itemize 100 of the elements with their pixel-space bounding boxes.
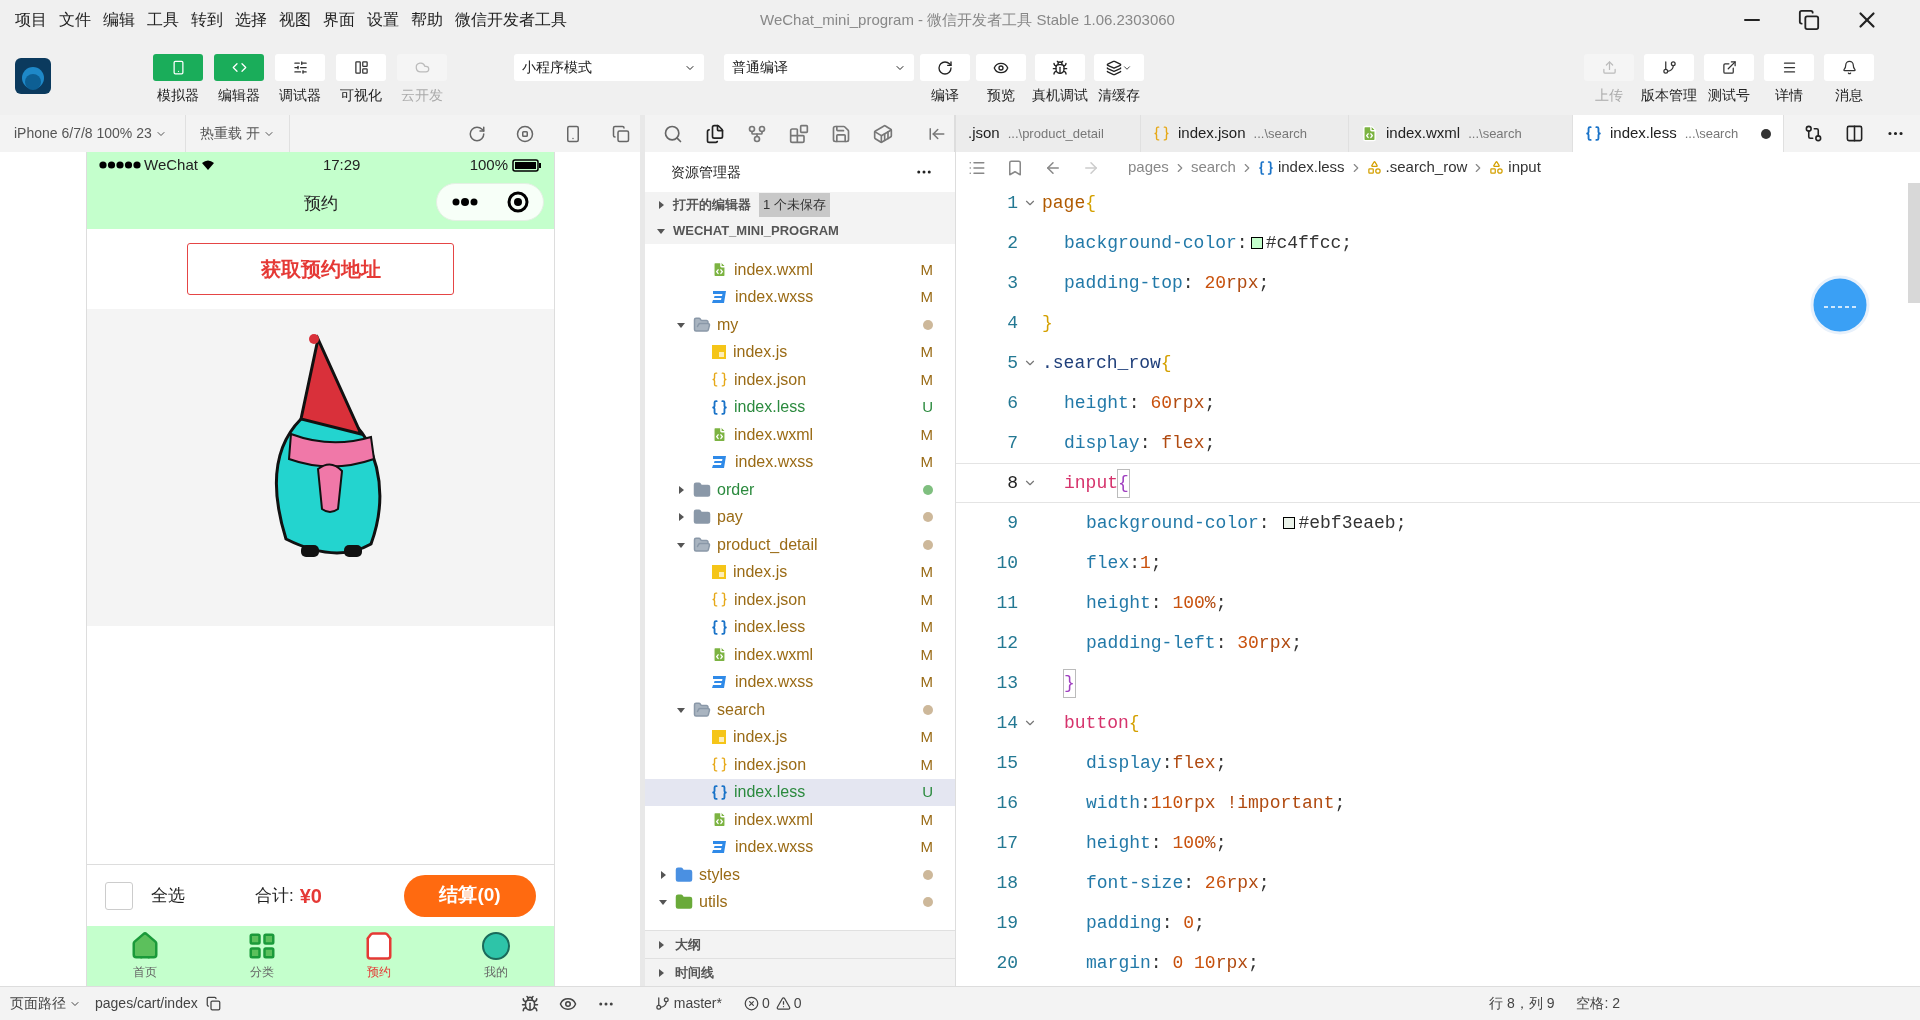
- toolbar-button[interactable]: [1824, 54, 1874, 81]
- caret-icon[interactable]: [657, 227, 665, 235]
- breadcrumb-item[interactable]: .search_row: [1385, 156, 1468, 179]
- capsule-menu[interactable]: [436, 183, 544, 221]
- compile-dropdown[interactable]: 普通编译: [724, 54, 914, 81]
- warning-icon[interactable]: [775, 996, 791, 1011]
- menu-item[interactable]: 转到: [191, 8, 223, 32]
- bookmark-icon[interactable]: [1006, 158, 1024, 177]
- toolbar-button[interactable]: [1644, 54, 1694, 81]
- file-tree-item[interactable]: index.wxss M: [645, 668, 955, 696]
- file-tree-item[interactable]: order: [645, 476, 955, 504]
- file-tree-item[interactable]: index.wxml M: [645, 256, 955, 284]
- windows-icon[interactable]: [612, 124, 630, 143]
- branch-icon[interactable]: [654, 996, 670, 1011]
- caret-icon[interactable]: [677, 485, 685, 494]
- file-tree-item[interactable]: index.json M: [645, 586, 955, 614]
- extensions-icon[interactable]: [789, 123, 809, 144]
- caret-icon[interactable]: [657, 968, 665, 977]
- refresh-icon[interactable]: [468, 124, 486, 143]
- menu-item[interactable]: 微信开发者工具: [455, 8, 567, 32]
- section-header[interactable]: 大纲: [645, 930, 955, 958]
- file-tree-item[interactable]: product_detail: [645, 531, 955, 559]
- menu-item[interactable]: 选择: [235, 8, 267, 32]
- file-tree-item[interactable]: my: [645, 311, 955, 339]
- cursor-position[interactable]: 行 8，列 9: [1489, 993, 1555, 1014]
- file-tree-item[interactable]: index.wxss M: [645, 833, 955, 861]
- section-header[interactable]: 时间线: [645, 958, 955, 986]
- files-icon[interactable]: [705, 123, 725, 144]
- floating-assistant-button[interactable]: [1810, 275, 1870, 335]
- file-tree-item[interactable]: index.wxml M: [645, 641, 955, 669]
- toolbar-button[interactable]: [920, 54, 970, 81]
- copy-icon[interactable]: [205, 996, 221, 1011]
- breadcrumb-item[interactable]: index.less: [1277, 156, 1345, 179]
- file-tree-item[interactable]: index.wxml M: [645, 806, 955, 834]
- file-tree-item[interactable]: index.wxss M: [645, 283, 955, 311]
- file-tree-item[interactable]: index.js M: [645, 338, 955, 366]
- caret-icon[interactable]: [677, 513, 685, 522]
- file-tree-item[interactable]: index.js M: [645, 558, 955, 586]
- section-header[interactable]: 打开的编辑器 1 个未保存: [645, 192, 955, 218]
- error-icon[interactable]: [743, 996, 759, 1011]
- file-tree-item[interactable]: pay: [645, 503, 955, 531]
- editor-tab[interactable]: .json ...\product_detail: [956, 115, 1141, 152]
- caret-icon[interactable]: [659, 870, 667, 879]
- toolbar-button[interactable]: [1035, 54, 1085, 81]
- tab-bar-item[interactable]: 首页: [87, 926, 204, 986]
- caret-icon[interactable]: [677, 705, 685, 714]
- indent-setting[interactable]: 空格: 2: [1576, 993, 1620, 1014]
- menu-item[interactable]: 视图: [279, 8, 311, 32]
- mode-dropdown[interactable]: 小程序模式: [514, 54, 704, 81]
- tab-bar-item[interactable]: 我的: [437, 926, 554, 986]
- caret-icon[interactable]: [659, 898, 667, 907]
- stop-icon[interactable]: [516, 124, 534, 143]
- bug-icon[interactable]: [520, 994, 539, 1013]
- checkout-button[interactable]: 结算(0): [404, 874, 536, 917]
- page-path-dropdown[interactable]: 页面路径: [0, 993, 81, 1014]
- tab-bar-item[interactable]: 分类: [203, 926, 321, 986]
- file-tree-item[interactable]: search: [645, 696, 955, 724]
- menu-item[interactable]: 设置: [367, 8, 399, 32]
- file-tree-item[interactable]: index.wxml M: [645, 421, 955, 449]
- checkbox[interactable]: [105, 881, 133, 910]
- view-toggle-button[interactable]: [214, 54, 264, 81]
- caret-icon[interactable]: [657, 201, 665, 209]
- menu-item[interactable]: 编辑: [103, 8, 135, 32]
- toolbar-button[interactable]: [1094, 54, 1144, 81]
- container-icon[interactable]: [873, 123, 893, 144]
- menu-item[interactable]: 项目: [15, 8, 47, 32]
- menu-item[interactable]: 界面: [323, 8, 355, 32]
- editor-tab[interactable]: index.less ...\search: [1573, 115, 1784, 152]
- caret-icon[interactable]: [677, 540, 685, 549]
- source-control-icon[interactable]: [747, 123, 767, 144]
- file-tree-item[interactable]: index.less U: [645, 778, 955, 806]
- file-tree-item[interactable]: index.js M: [645, 723, 955, 751]
- phone-icon[interactable]: [564, 124, 582, 143]
- file-tree-item[interactable]: styles: [645, 861, 955, 889]
- breadcrumb-item[interactable]: pages: [1128, 156, 1169, 179]
- split-editor-icon[interactable]: [1845, 124, 1864, 143]
- file-tree-item[interactable]: index.json M: [645, 366, 955, 394]
- file-tree-item[interactable]: index.json M: [645, 751, 955, 779]
- caret-icon[interactable]: [657, 940, 665, 949]
- scrollbar-thumb[interactable]: [1908, 183, 1920, 303]
- editor-tab[interactable]: index.wxml ...\search: [1349, 115, 1573, 152]
- search-icon[interactable]: [663, 123, 683, 144]
- menu-item[interactable]: 帮助: [411, 8, 443, 32]
- toolbar-button[interactable]: [976, 54, 1026, 81]
- view-toggle-button[interactable]: [275, 54, 325, 81]
- file-tree-item[interactable]: index.less M: [645, 613, 955, 641]
- file-tree-item[interactable]: index.less U: [645, 393, 955, 421]
- menu-item[interactable]: 文件: [59, 8, 91, 32]
- file-tree-item[interactable]: index.wxss M: [645, 448, 955, 476]
- caret-icon[interactable]: [677, 320, 685, 329]
- app-logo[interactable]: [15, 58, 51, 94]
- branch-name[interactable]: master*: [673, 993, 722, 1014]
- restore-icon[interactable]: [1798, 9, 1820, 31]
- get-address-button[interactable]: 获取预约地址: [187, 243, 454, 295]
- view-toggle-button[interactable]: [336, 54, 386, 81]
- section-header[interactable]: WECHAT_MINI_PROGRAM: [645, 218, 955, 244]
- view-toggle-button[interactable]: [153, 54, 203, 81]
- menu-item[interactable]: 工具: [147, 8, 179, 32]
- file-tree-item[interactable]: utils: [645, 888, 955, 916]
- breadcrumb-item[interactable]: search: [1190, 156, 1236, 179]
